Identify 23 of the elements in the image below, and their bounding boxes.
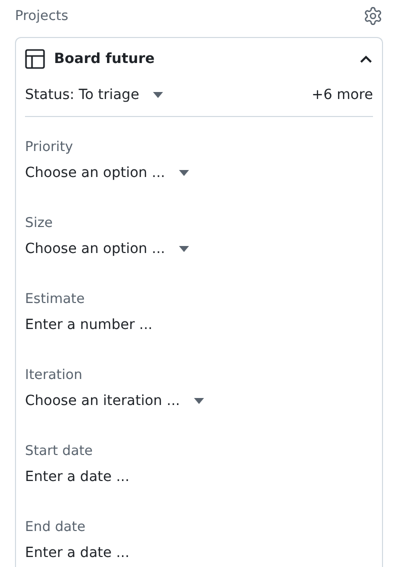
field-label: Estimate — [25, 290, 86, 309]
settings-icon[interactable] — [363, 6, 383, 26]
chevron-icon[interactable] — [359, 54, 373, 64]
option-dropdown[interactable]: Choose an iteration ... — [25, 393, 373, 409]
caret-icon — [153, 92, 164, 98]
field-label: Iteration — [25, 366, 84, 385]
more-link[interactable]: +6 more — [312, 87, 373, 103]
section-title: Projects — [15, 8, 68, 24]
project-name: Board future — [54, 51, 155, 67]
caret-icon — [179, 170, 190, 176]
table-icon — [25, 49, 45, 69]
field-label: End date — [25, 518, 86, 537]
caret-icon — [179, 246, 190, 252]
input-field[interactable]: Enter a date ... — [25, 469, 225, 485]
field-label: Start date — [25, 442, 94, 461]
field-label: Priority — [25, 138, 74, 157]
field-label: Size — [25, 214, 54, 233]
input-field[interactable]: Enter a date ... — [25, 545, 225, 561]
caret-icon — [194, 398, 204, 404]
status-dropdown[interactable]: Status: To triage — [25, 87, 164, 103]
option-dropdown[interactable]: Choose an option ... — [25, 241, 373, 257]
option-dropdown[interactable]: Choose an option ... — [25, 165, 373, 181]
input-field[interactable]: Enter a number ... — [25, 317, 225, 333]
